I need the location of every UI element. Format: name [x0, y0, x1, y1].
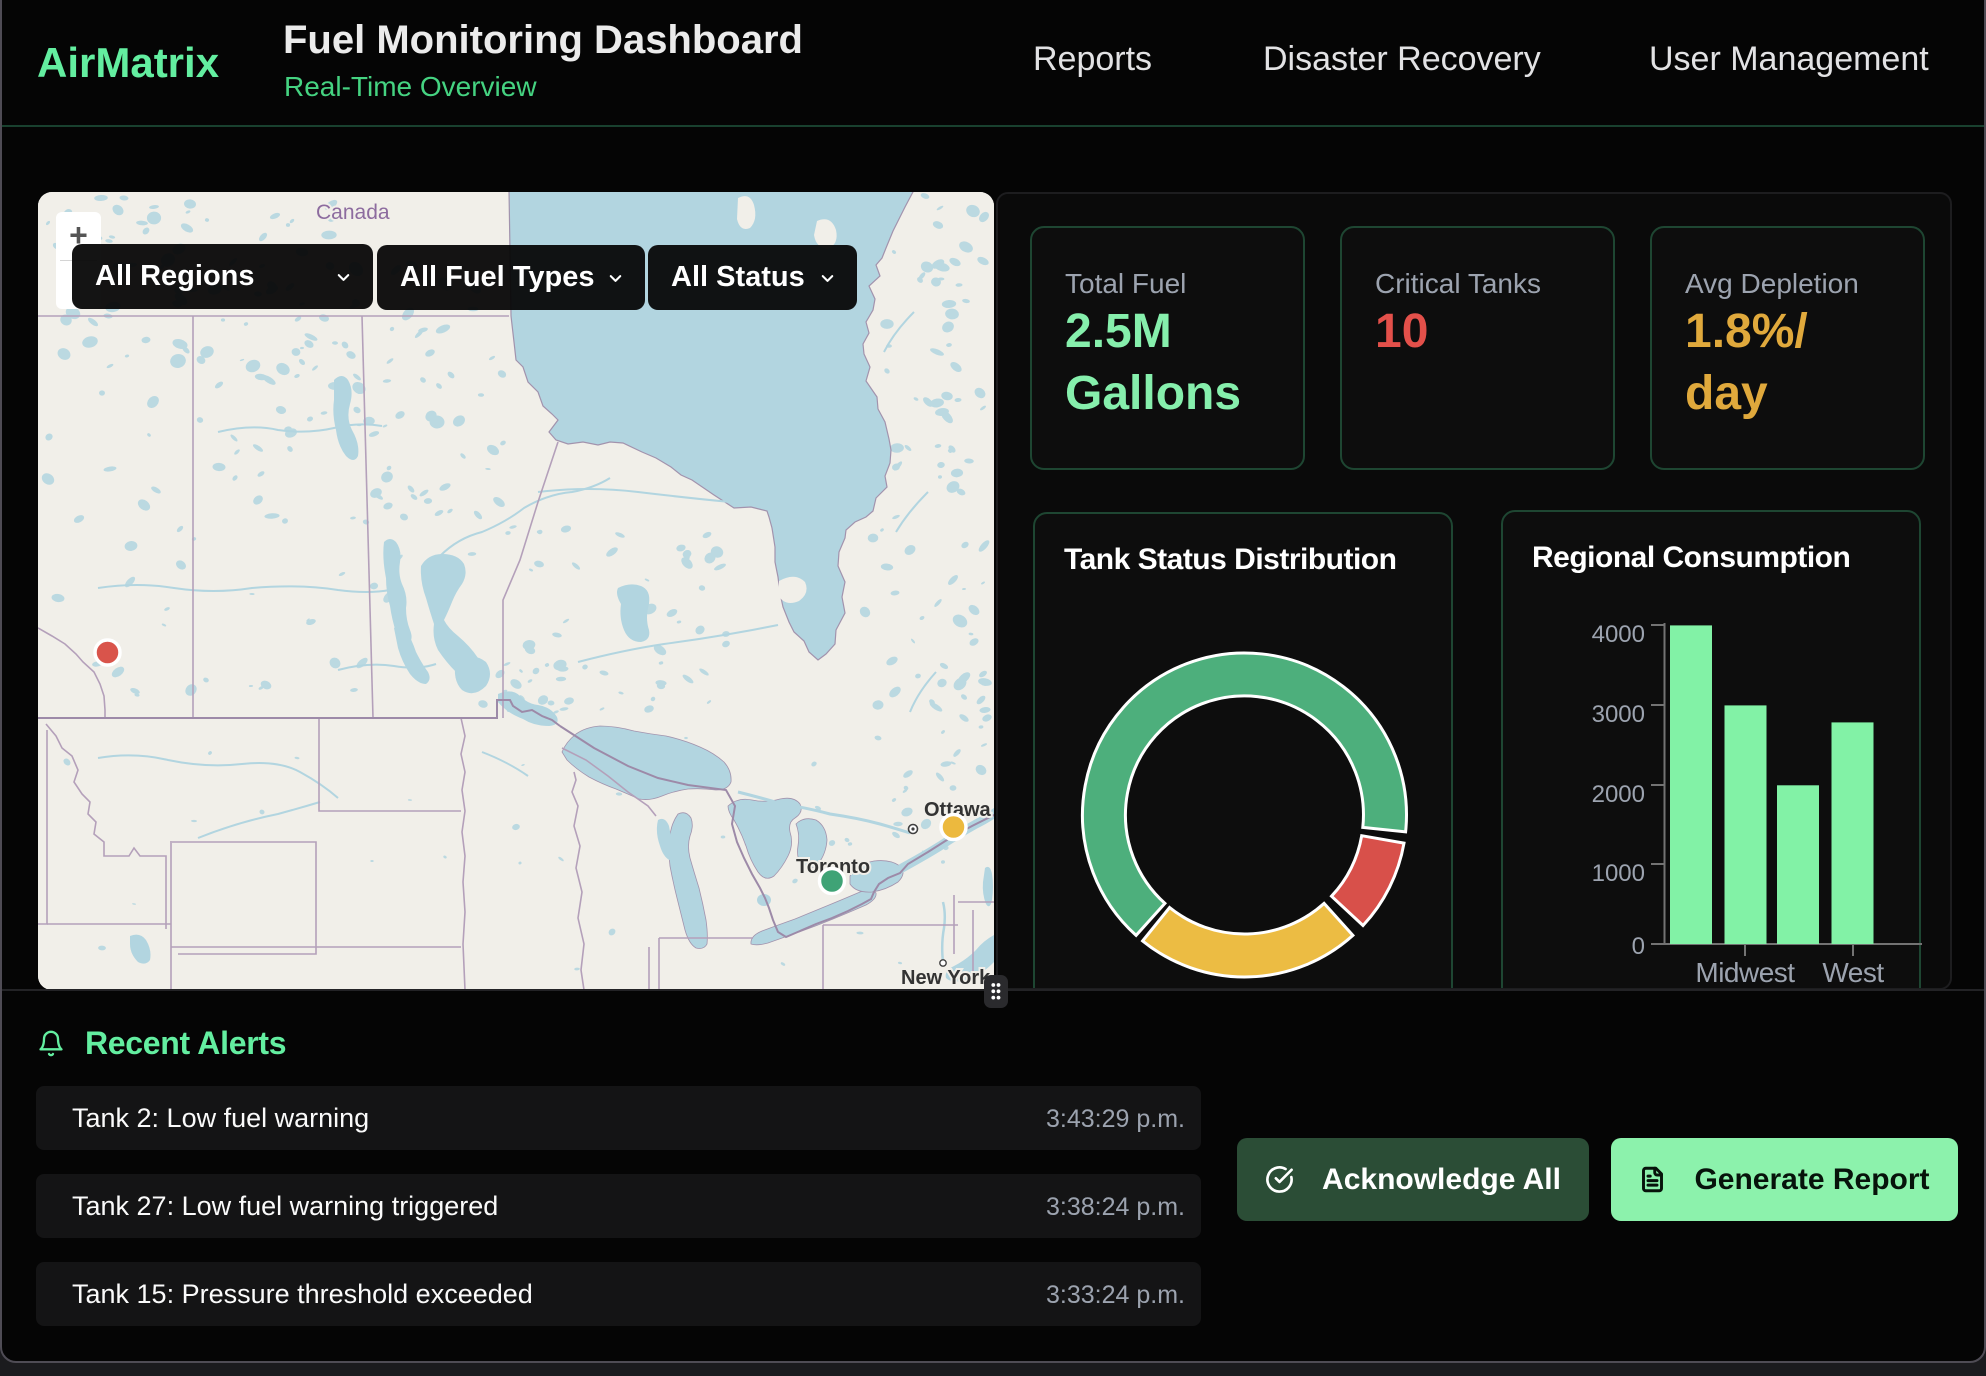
- svg-text:West: West: [1822, 957, 1884, 988]
- svg-text:2000: 2000: [1592, 781, 1645, 808]
- svg-text:1000: 1000: [1592, 860, 1645, 887]
- svg-text:0: 0: [1632, 933, 1645, 960]
- svg-text:Midwest: Midwest: [1695, 957, 1795, 988]
- svg-text:4000: 4000: [1592, 621, 1645, 648]
- svg-text:Canada: Canada: [316, 201, 390, 224]
- svg-text:New York: New York: [901, 967, 991, 989]
- svg-text:3000: 3000: [1592, 701, 1645, 728]
